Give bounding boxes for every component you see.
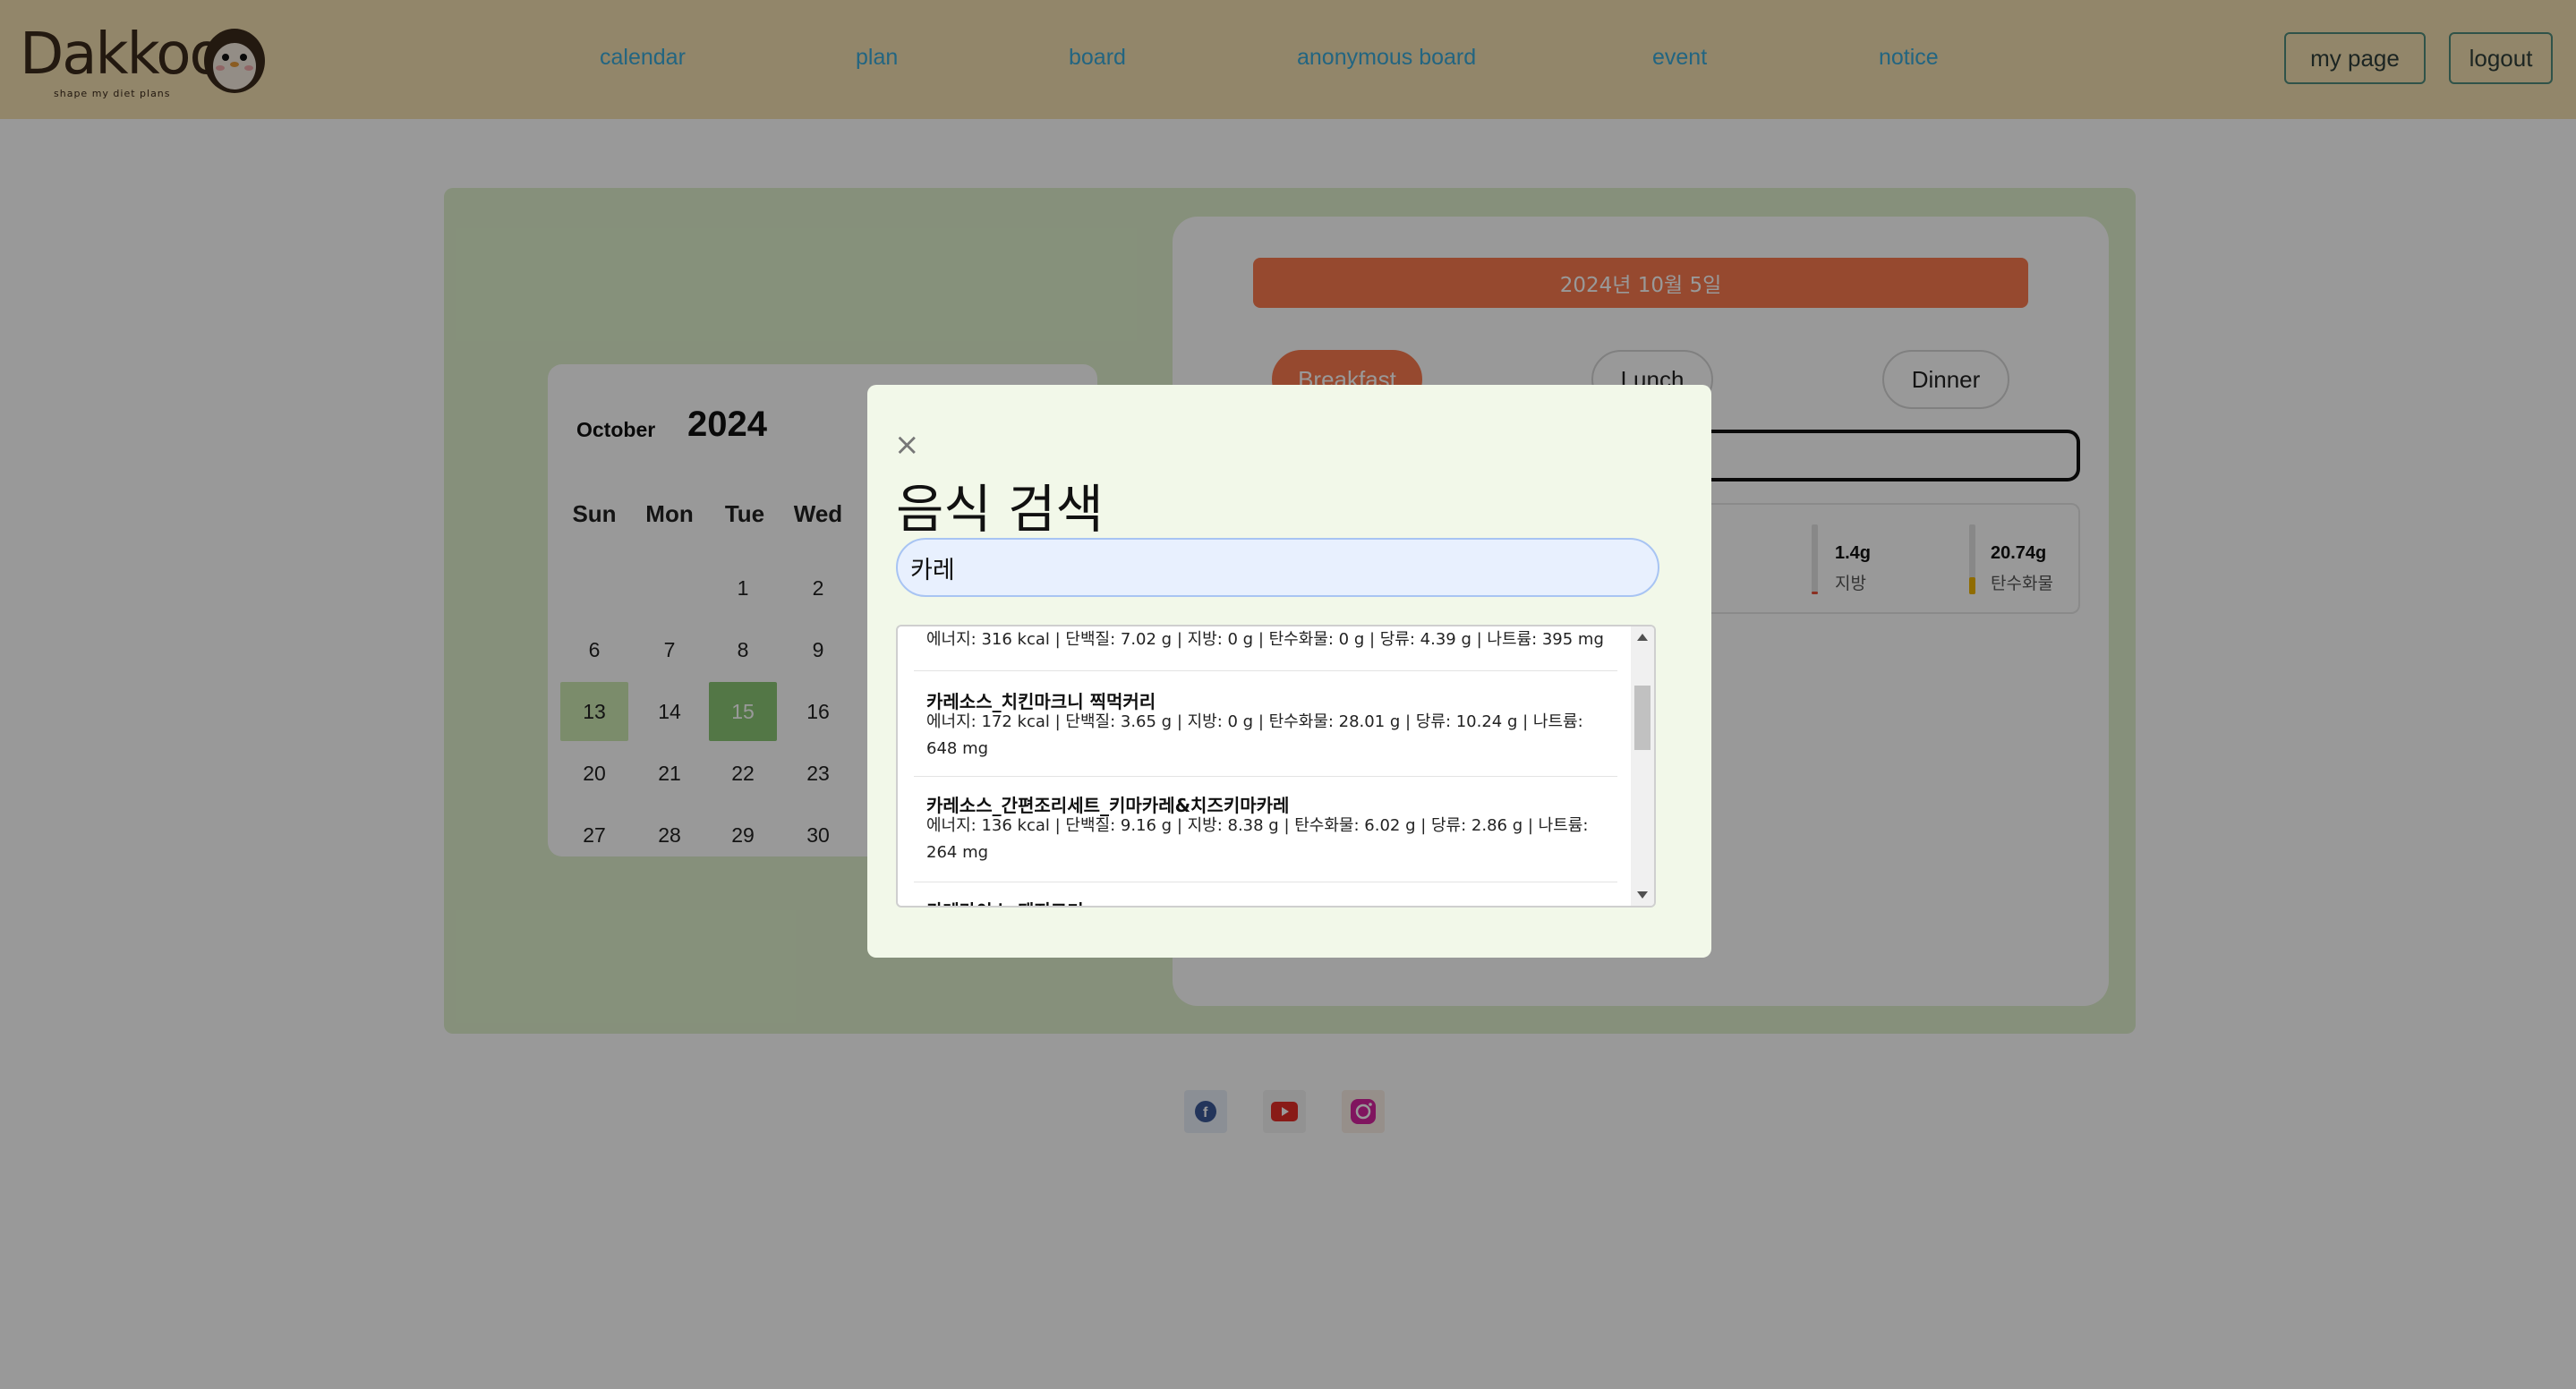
scrollbar-thumb[interactable] — [1634, 686, 1651, 750]
scroll-down-icon[interactable] — [1637, 891, 1648, 899]
search-results-list[interactable]: 에너지: 316 kcal | 단백질: 7.02 g | 지방: 0 g | … — [896, 625, 1656, 908]
food-nutrition-info: 에너지: 136 kcal | 단백질: 9.16 g | 지방: 8.38 g… — [926, 816, 1589, 862]
list-item[interactable]: 카레소스_간편조리세트_키마카레&치즈키마카레 에너지: 136 kcal | … — [914, 777, 1617, 882]
food-search-input[interactable] — [896, 538, 1659, 597]
food-name: 카레라이스_돼지고기 — [926, 897, 1084, 906]
scroll-up-icon[interactable] — [1637, 634, 1648, 641]
results-scrollbar[interactable] — [1631, 626, 1654, 906]
food-nutrition-info: 에너지: 316 kcal | 단백질: 7.02 g | 지방: 0 g | … — [926, 630, 1604, 649]
food-nutrition-info: 에너지: 172 kcal | 단백질: 3.65 g | 지방: 0 g | … — [926, 712, 1583, 758]
list-item[interactable]: 카레라이스_돼지고기 — [914, 882, 1617, 906]
food-search-modal: × 음식 검색 에너지: 316 kcal | 단백질: 7.02 g | 지방… — [867, 385, 1711, 958]
list-item[interactable]: 카레소스_치킨마크니 찍먹커리 에너지: 172 kcal | 단백질: 3.6… — [914, 671, 1617, 777]
close-icon[interactable]: × — [894, 430, 920, 460]
modal-title: 음식 검색 — [896, 479, 1104, 540]
list-item[interactable]: 에너지: 316 kcal | 단백질: 7.02 g | 지방: 0 g | … — [914, 626, 1617, 671]
